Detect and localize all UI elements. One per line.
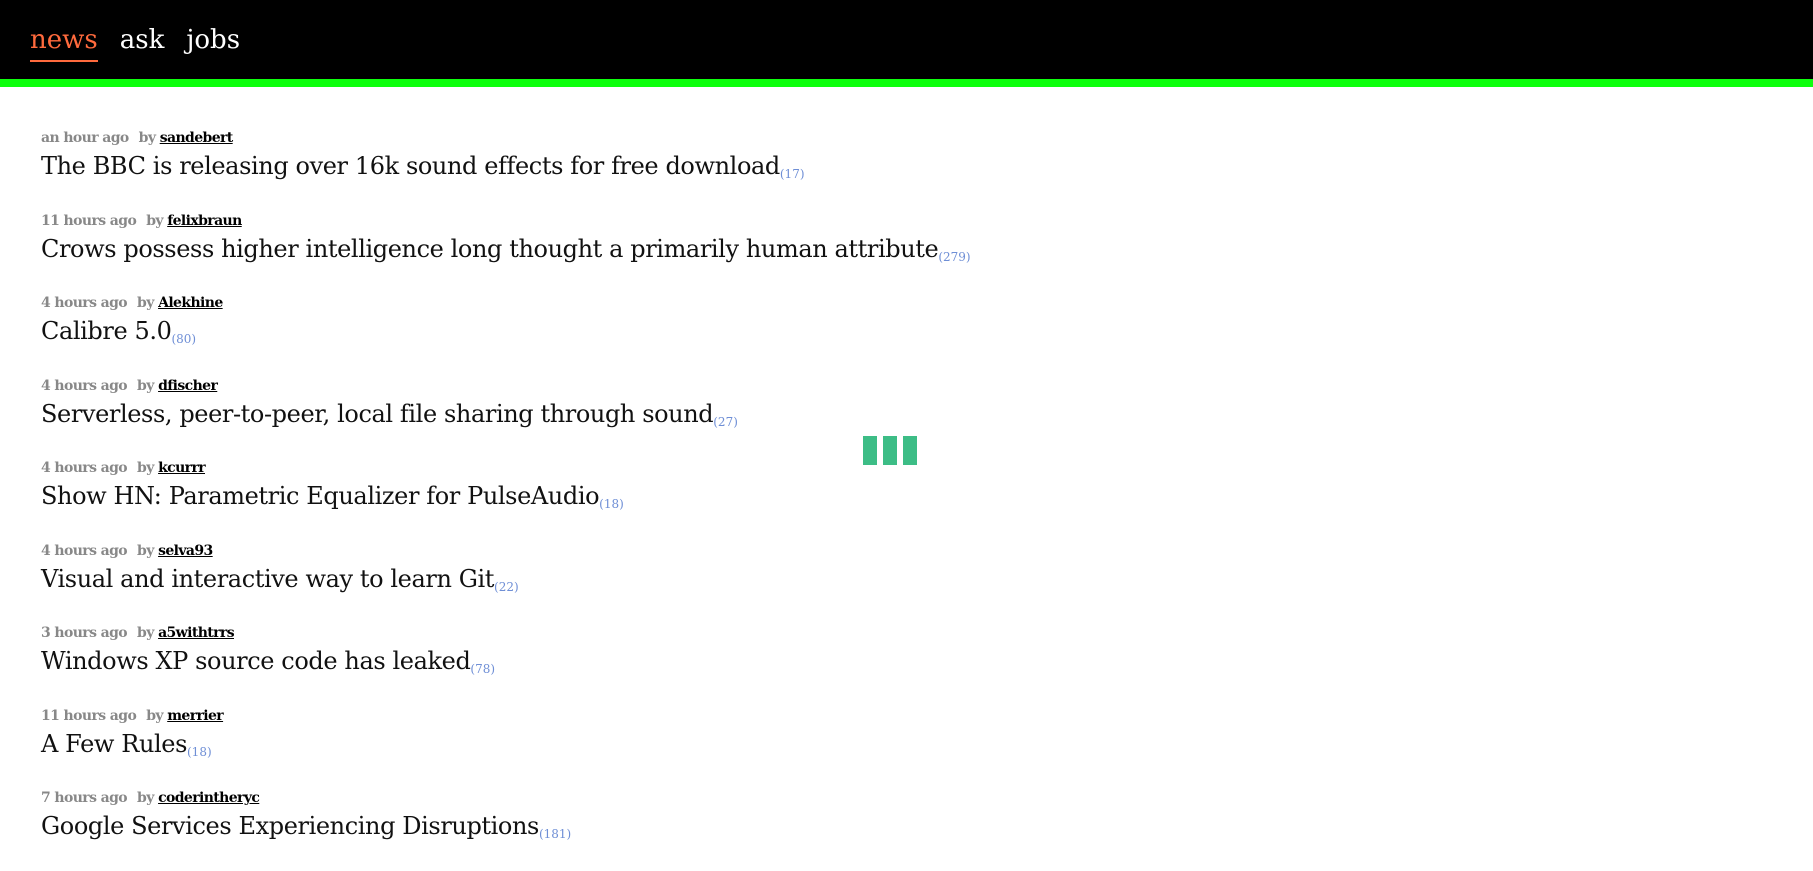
loading-bar-2	[883, 436, 897, 465]
loading-bar-3	[903, 436, 917, 465]
story-time: 3 hours ago	[41, 625, 128, 641]
story-meta: 7 hours ago by coderintheryc	[41, 788, 1741, 808]
story-time: 4 hours ago	[41, 460, 128, 476]
story-author-link[interactable]: sandebert	[160, 130, 234, 146]
story-meta: 4 hours ago by selva93	[41, 541, 1741, 561]
story-meta: 11 hours ago by felixbraun	[41, 211, 1741, 231]
story-by-label: by	[137, 295, 154, 311]
story-title-link[interactable]: The BBC is releasing over 16k sound effe…	[41, 152, 780, 180]
story-time: 4 hours ago	[41, 542, 128, 559]
story-comments-link[interactable]: (80)	[171, 332, 196, 346]
story-time: 4 hours ago	[41, 295, 128, 311]
nav-jobs-link[interactable]: jobs	[186, 22, 240, 60]
story-comments-link[interactable]: (181)	[539, 827, 571, 841]
story-title-link[interactable]: Windows XP source code has leaked	[41, 647, 471, 675]
story-author-link[interactable]: selva93	[158, 543, 213, 559]
story-item: 11 hours ago by merrier A Few Rules(18)	[41, 706, 1741, 789]
story-comments-link[interactable]: (17)	[780, 167, 805, 181]
story-comments-link[interactable]: (27)	[713, 415, 738, 429]
story-author-link[interactable]: Alekhine	[158, 295, 223, 311]
story-by-label: by	[137, 625, 154, 641]
story-title-row: Windows XP source code has leaked(78)	[41, 643, 1741, 679]
story-meta: 4 hours ago by dfischer	[41, 376, 1741, 396]
story-meta: 4 hours ago by Alekhine	[41, 293, 1741, 313]
story-author-link[interactable]: merrier	[167, 708, 223, 724]
story-title-link[interactable]: Show HN: Parametric Equalizer for PulseA…	[41, 482, 600, 510]
story-time: 4 hours ago	[41, 377, 128, 394]
nav-news-link[interactable]: news	[30, 22, 98, 62]
story-time: 11 hours ago	[41, 707, 137, 724]
story-by-label: by	[146, 707, 163, 724]
story-meta: an hour ago by sandebert	[41, 128, 1741, 148]
story-item: 7 hours ago by coderintheryc Google Servi…	[41, 788, 1741, 871]
story-comments-link[interactable]: (78)	[470, 662, 495, 676]
story-time: 11 hours ago	[41, 212, 137, 229]
story-feed: an hour ago by sandebert The BBC is relea…	[41, 128, 1741, 871]
story-by-label: by	[138, 130, 156, 146]
story-title-row: Crows possess higher intelligence long t…	[41, 231, 1741, 267]
story-item: 11 hours ago by felixbraun Crows possess …	[41, 211, 1741, 294]
header-accent-line	[0, 79, 1813, 87]
story-title-row: Google Services Experiencing Disruptions…	[41, 808, 1741, 844]
top-navigation-bar: news ask jobs	[0, 0, 1813, 79]
story-meta: 11 hours ago by merrier	[41, 706, 1741, 726]
story-comments-link[interactable]: (22)	[494, 580, 519, 594]
story-comments-link[interactable]: (279)	[938, 250, 970, 264]
story-time: 7 hours ago	[41, 790, 128, 806]
story-item: 4 hours ago by Alekhine Calibre 5.0(80)	[41, 293, 1741, 376]
story-author-link[interactable]: kcurrr	[158, 460, 206, 476]
story-title-row: Show HN: Parametric Equalizer for PulseA…	[41, 478, 1741, 514]
story-author-link[interactable]: felixbraun	[167, 213, 242, 229]
story-title-link[interactable]: Calibre 5.0	[41, 317, 172, 345]
story-author-link[interactable]: coderintheryc	[158, 790, 260, 806]
story-title-row: A Few Rules(18)	[41, 726, 1741, 762]
story-by-label: by	[137, 377, 154, 394]
story-title-row: Visual and interactive way to learn Git(…	[41, 561, 1741, 597]
story-item: an hour ago by sandebert The BBC is relea…	[41, 128, 1741, 211]
story-title-row: Serverless, peer-to-peer, local file sha…	[41, 396, 1741, 432]
loading-bar-1	[863, 436, 877, 465]
primary-nav: news ask jobs	[30, 22, 240, 62]
loading-bars-icon	[863, 436, 917, 465]
story-title-link[interactable]: A Few Rules	[41, 730, 187, 758]
story-title-row: Calibre 5.0(80)	[41, 313, 1741, 349]
story-item: 4 hours ago by kcurrr Show HN: Parametric…	[41, 458, 1741, 541]
story-item: 3 hours ago by a5withtrrs Windows XP sour…	[41, 623, 1741, 706]
story-title-link[interactable]: Google Services Experiencing Disruptions	[41, 812, 539, 840]
story-comments-link[interactable]: (18)	[599, 497, 624, 511]
story-title-row: The BBC is releasing over 16k sound effe…	[41, 148, 1741, 184]
story-by-label: by	[137, 790, 154, 806]
story-time: an hour ago	[41, 130, 129, 146]
story-by-label: by	[146, 212, 163, 229]
story-author-link[interactable]: dfischer	[158, 378, 218, 394]
story-by-label: by	[137, 460, 154, 476]
story-by-label: by	[137, 542, 154, 559]
story-comments-link[interactable]: (18)	[187, 745, 212, 759]
story-title-link[interactable]: Crows possess higher intelligence long t…	[41, 235, 939, 263]
story-title-link[interactable]: Serverless, peer-to-peer, local file sha…	[41, 400, 714, 428]
story-author-link[interactable]: a5withtrrs	[158, 625, 235, 641]
story-title-link[interactable]: Visual and interactive way to learn Git	[41, 565, 494, 593]
nav-ask-link[interactable]: ask	[120, 22, 165, 60]
story-meta: 3 hours ago by a5withtrrs	[41, 623, 1741, 643]
story-item: 4 hours ago by selva93 Visual and interac…	[41, 541, 1741, 624]
